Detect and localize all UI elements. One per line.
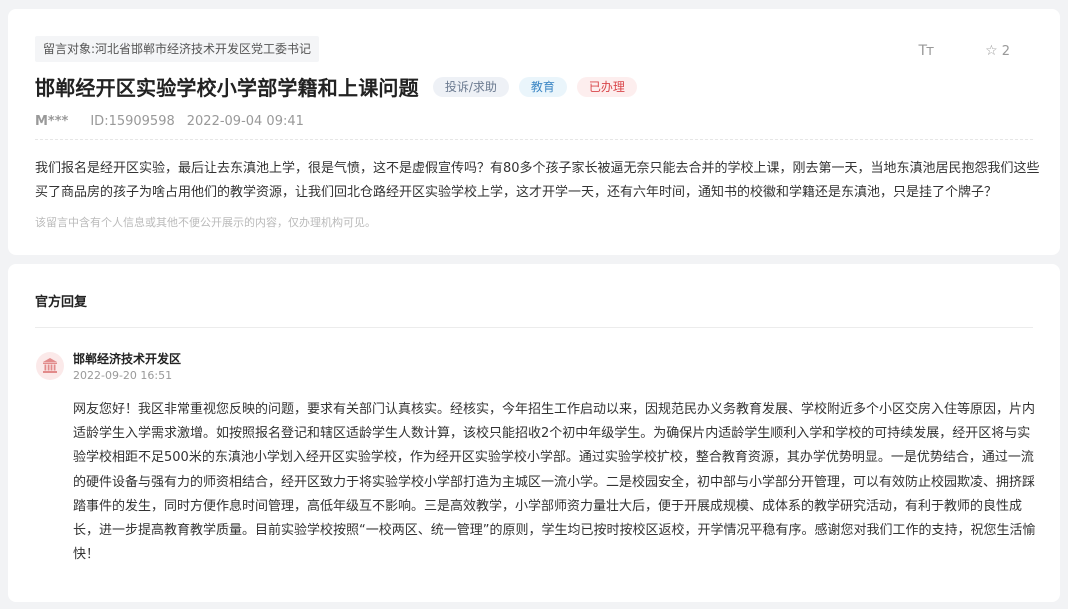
reply-header: 官方回复 [35, 295, 88, 310]
official-reply-card: 官方回复 邯郸经济技术开发区 2022-09-20 16:51 网友您好！我区非… [8, 264, 1060, 602]
font-size-icon[interactable]: Tт [918, 43, 934, 59]
privacy-note: 该留言中含有个人信息或其他不便公开展示的内容，仅办理机构可见。 [35, 216, 376, 229]
target-value: 河北省邯郸市经济技术开发区党工委书记 [95, 42, 312, 56]
message-meta: M*** ID:15909598 2022-09-04 09:41 [35, 114, 304, 129]
divider [35, 327, 1033, 328]
status-badge: 已办理 [576, 76, 637, 97]
divider [35, 139, 1033, 140]
message-target-tag: 留言对象:河北省邯郸市经济技术开发区党工委书记 [35, 36, 320, 62]
star-icon[interactable]: ☆ [985, 43, 998, 59]
title-row: 邯郸经开区实验学校小学部学籍和上课问题 投诉/求助 教育 已办理 [35, 72, 637, 101]
type-badge: 投诉/求助 [432, 76, 509, 97]
message-datetime: 2022-09-04 09:41 [186, 114, 304, 129]
message-content: 我们报名是经开区实验，最后让去东滇池上学，很是气愤，这不是虚假宣传吗？有80多个… [35, 161, 1040, 200]
message-card: 留言对象:河北省邯郸市经济技术开发区党工委书记 Tт ☆ 2 邯郸经开区实验学校… [8, 9, 1060, 255]
target-label: 留言对象: [43, 42, 96, 56]
category-badge: 教育 [518, 76, 567, 97]
government-building-icon [43, 358, 57, 373]
message-tools: Tт ☆ 2 [918, 43, 1010, 59]
star-count: 2 [1001, 43, 1010, 59]
org-name: 邯郸经济技术开发区 [73, 352, 182, 366]
reply-content: 网友您好！我区非常重视您反映的问题，要求有关部门认真核实。经核实，今年招生工作启… [73, 402, 1036, 563]
page-title: 邯郸经开区实验学校小学部学籍和上课问题 [35, 76, 419, 100]
org-avatar [36, 352, 64, 380]
reply-datetime: 2022-09-20 16:51 [73, 369, 173, 382]
author-name: M*** [35, 114, 69, 129]
message-id: ID:15909598 [90, 114, 175, 129]
